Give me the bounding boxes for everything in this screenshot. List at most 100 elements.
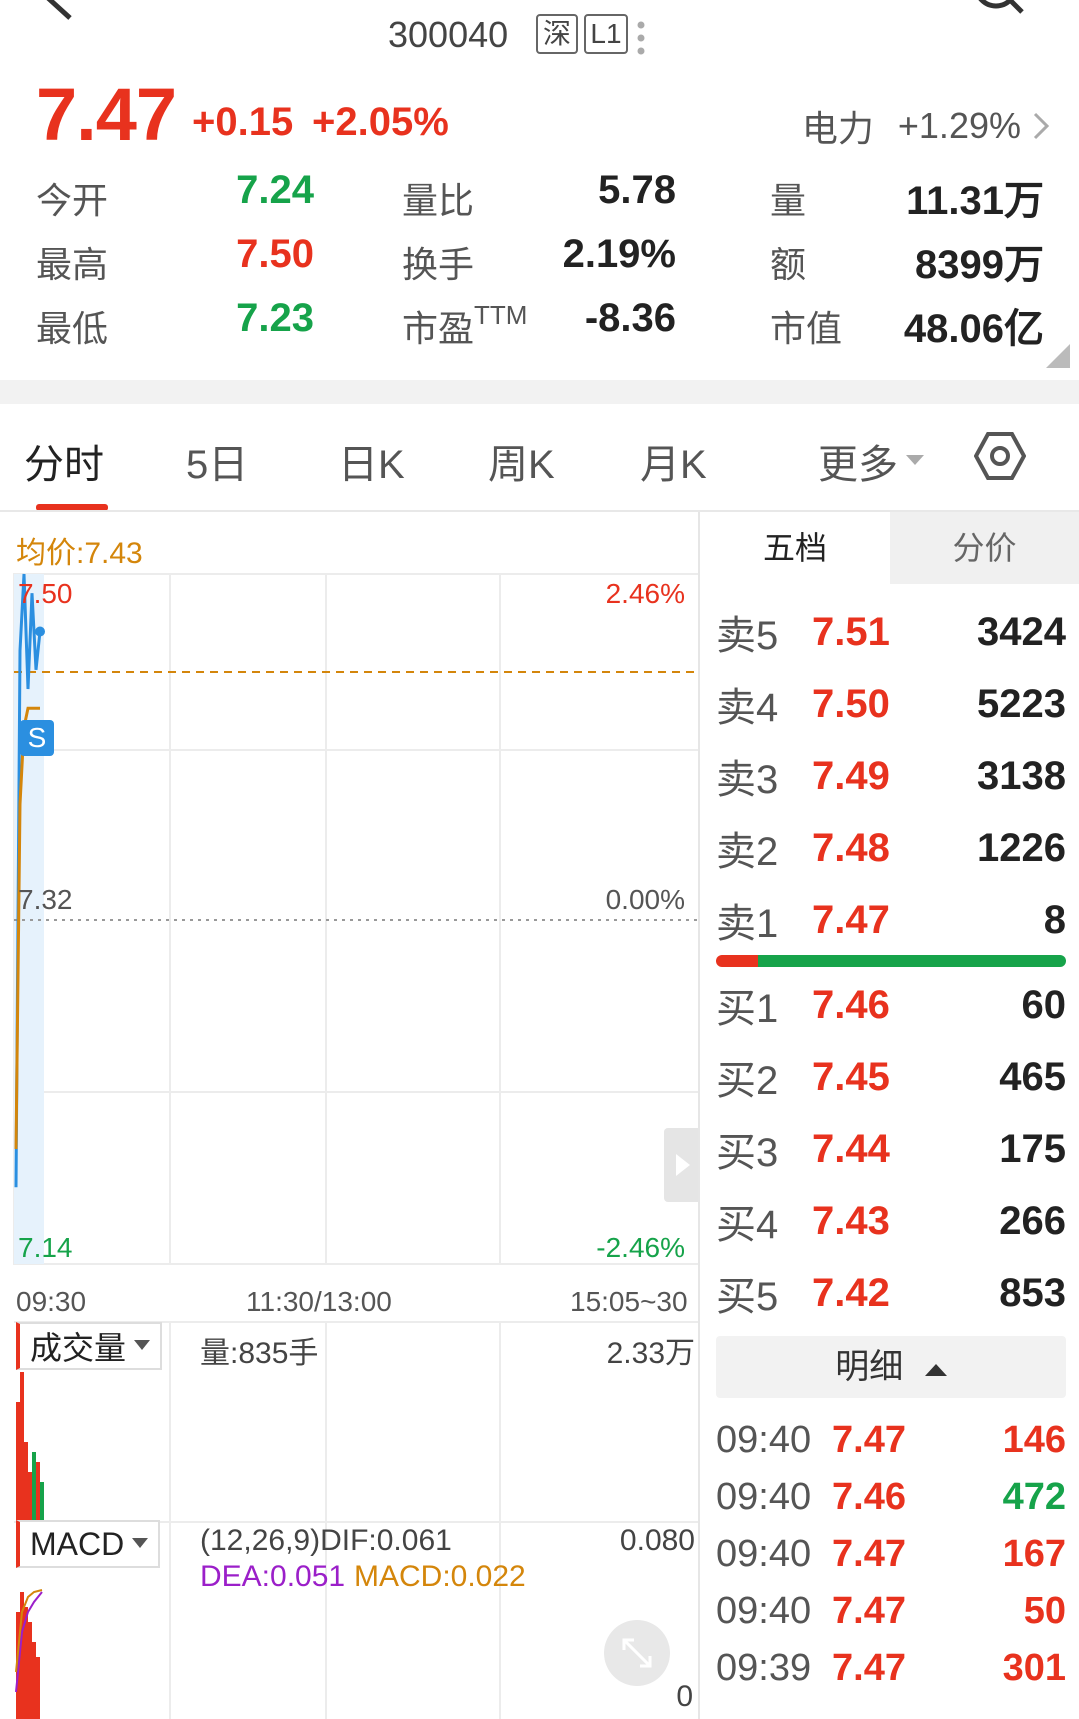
sector-link[interactable]: 电力 +1.29% <box>802 100 1051 152</box>
level-badge: L1 <box>584 14 628 54</box>
settings-icon[interactable] <box>974 430 1026 482</box>
stat-value-pe: -8.36 <box>584 296 676 340</box>
tick-price: 7.47 <box>832 1646 906 1689</box>
expand-panel-button[interactable] <box>664 1128 700 1202</box>
ask-volume: 8 <box>1043 897 1066 942</box>
bid-row-4: 买4 7.43 266 <box>716 1191 1066 1251</box>
stat-label-amount: 额 <box>770 244 807 285</box>
macd-indicator-selector[interactable]: MACD <box>16 1520 161 1568</box>
tick-volume: 472 <box>1002 1475 1066 1518</box>
caret-down-icon <box>132 1538 149 1548</box>
tick-time: 09:40 <box>716 1589 812 1632</box>
tab-5day[interactable]: 5日 <box>186 432 248 490</box>
ask-label: 卖4 <box>716 686 779 730</box>
bid-volume: 175 <box>999 1126 1066 1171</box>
caret-down-icon <box>134 1340 151 1350</box>
y-axis-low: 7.14 <box>18 1232 73 1263</box>
stat-value-open: 7.24 <box>236 168 314 212</box>
macd-axis-zero: 0 <box>676 1680 693 1713</box>
ask-row-4: 卖4 7.50 5223 <box>716 674 1066 734</box>
back-icon[interactable] <box>30 0 80 20</box>
ask-label: 卖5 <box>716 614 779 658</box>
volume-bar <box>28 1472 32 1522</box>
ask-label: 卖1 <box>716 902 779 946</box>
tick-volume: 167 <box>1002 1532 1066 1575</box>
bid-row-3: 买3 7.44 175 <box>716 1119 1066 1179</box>
ask-label: 卖2 <box>716 830 779 874</box>
trade-tick-row: 09:40 7.47 146 <box>716 1412 1066 1468</box>
stat-label-volume-ratio: 量比 <box>402 180 475 221</box>
volume-indicator-selector[interactable]: 成交量 <box>16 1322 163 1370</box>
volume-bar <box>36 1462 40 1522</box>
search-icon[interactable] <box>968 0 1028 30</box>
volume-axis-max: 2.33万 <box>606 1337 695 1370</box>
trade-tick-row: 09:40 7.47 167 <box>716 1526 1066 1582</box>
tick-price: 7.47 <box>832 1418 906 1461</box>
stat-value-turnover: 2.19% <box>562 232 676 276</box>
sell-marker[interactable]: S <box>20 720 54 756</box>
macd-bar <box>36 1657 40 1719</box>
bid-price: 7.44 <box>812 1126 890 1171</box>
ask-price: 7.47 <box>812 897 890 942</box>
bid-label: 买5 <box>716 1275 779 1319</box>
tick-time: 09:40 <box>716 1418 812 1461</box>
time-axis-mid: 11:30/13:00 <box>246 1286 392 1317</box>
stat-label-turnover: 换手 <box>402 244 475 285</box>
bid-ratio <box>758 955 1066 967</box>
macd-axis-max: 0.080 <box>619 1524 695 1557</box>
sector-change: +1.29% <box>897 105 1021 146</box>
y-axis-high: 7.50 <box>18 578 73 609</box>
pct-axis-mid: 0.00% <box>605 884 685 915</box>
pct-axis-high: 2.46% <box>605 578 685 609</box>
macd-bar <box>32 1642 36 1719</box>
macd-dea: DEA:0.051 <box>200 1560 346 1593</box>
ask-ratio <box>716 955 758 967</box>
stat-label-volume: 量 <box>770 180 807 221</box>
more-dots-icon[interactable] <box>636 20 646 56</box>
stat-label-pe-sup: TTM <box>474 300 528 330</box>
stat-label-pe: 市盈TTM <box>402 300 527 352</box>
ask-price: 7.48 <box>812 825 890 870</box>
tab-price-distribution[interactable]: 分价 <box>890 512 1079 584</box>
volume-bars <box>16 1372 44 1522</box>
stat-value-low: 7.23 <box>236 296 314 340</box>
tab-weekly-k[interactable]: 周K <box>488 432 555 490</box>
trade-detail-toggle[interactable]: 明细 <box>716 1336 1066 1398</box>
bid-row-1: 买1 7.46 60 <box>716 975 1066 1035</box>
stat-label-pe-text: 市盈 <box>402 308 475 349</box>
bid-label: 买1 <box>716 987 779 1031</box>
expand-corner-icon[interactable] <box>1046 344 1070 368</box>
macd-params: (12,26,9)DIF:0.061 <box>200 1524 452 1557</box>
tab-more[interactable]: 更多 <box>818 432 924 490</box>
macd-tag-label: MACD <box>30 1525 125 1562</box>
tab-order-book[interactable]: 五档 <box>700 512 890 584</box>
stat-label-high: 最高 <box>36 244 109 285</box>
bid-row-2: 买2 7.45 465 <box>716 1047 1066 1107</box>
ask-volume: 3424 <box>977 609 1066 654</box>
volume-bar <box>24 1442 28 1522</box>
ask-price: 7.50 <box>812 681 890 726</box>
tick-time: 09:40 <box>716 1532 812 1575</box>
tick-volume: 301 <box>1002 1646 1066 1689</box>
volume-bar <box>32 1452 36 1522</box>
tick-time: 09:39 <box>716 1646 812 1689</box>
tab-monthly-k[interactable]: 月K <box>640 432 707 490</box>
tab-daily-k[interactable]: 日K <box>338 432 405 490</box>
market-badge: 深 <box>536 14 578 54</box>
pct-axis-low: -2.46% <box>596 1232 685 1263</box>
tick-price: 7.47 <box>832 1589 906 1632</box>
ask-volume: 3138 <box>977 753 1066 798</box>
trade-tick-row: 09:40 7.47 50 <box>716 1583 1066 1639</box>
ask-row-2: 卖2 7.48 1226 <box>716 818 1066 878</box>
bid-volume: 266 <box>999 1198 1066 1243</box>
stat-label-market-cap: 市值 <box>770 308 843 349</box>
ask-volume: 1226 <box>977 825 1066 870</box>
fullscreen-button[interactable] <box>604 1620 670 1686</box>
stat-label-open: 今开 <box>36 180 109 221</box>
play-icon <box>676 1154 690 1176</box>
bid-row-5: 买5 7.42 853 <box>716 1263 1066 1323</box>
tab-intraday[interactable]: 分时 <box>24 432 104 490</box>
volume-tag-label: 成交量 <box>30 1330 127 1366</box>
tick-price: 7.46 <box>832 1475 906 1518</box>
price-change-percent: +2.05% <box>312 100 449 144</box>
